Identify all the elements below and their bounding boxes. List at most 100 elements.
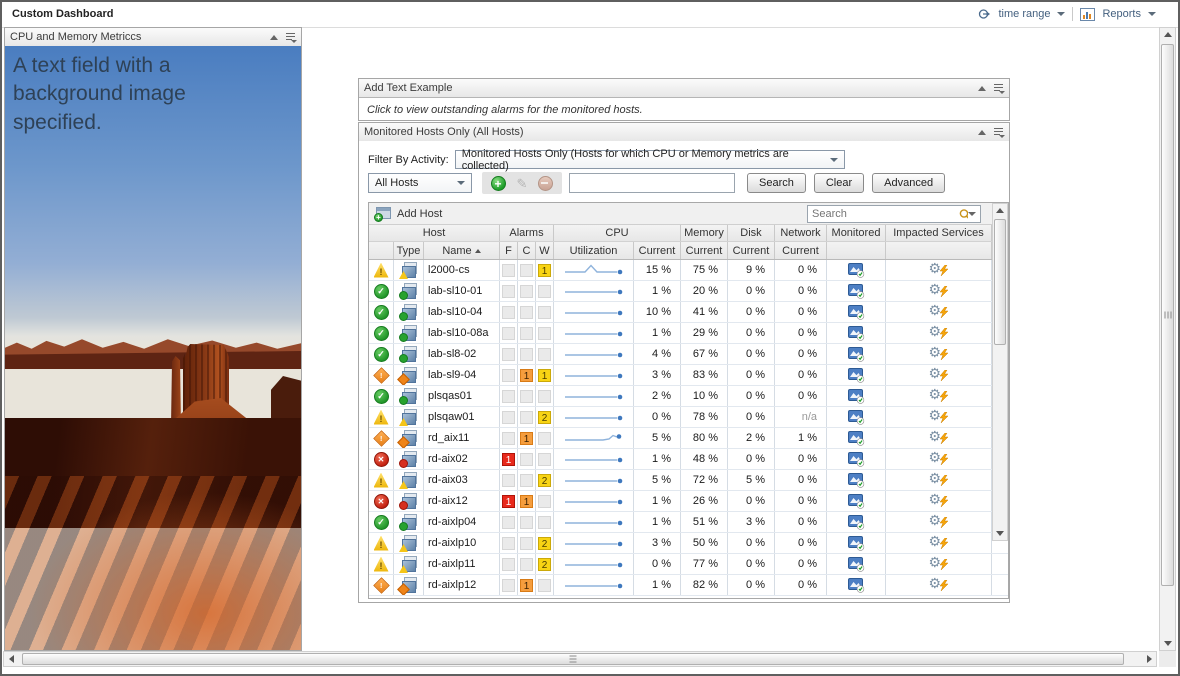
table-row[interactable]: ✓lab-sl10-0410 %41 %0 %0 %⚙ <box>369 302 1008 323</box>
column-group-memory[interactable]: Memory <box>681 225 728 241</box>
column-group-monitored[interactable]: Monitored <box>827 225 886 241</box>
alarms-link-text[interactable]: Click to view outstanding alarms for the… <box>359 98 1009 121</box>
scroll-up-arrow[interactable] <box>1160 28 1175 41</box>
impacted-services-icon[interactable]: ⚙ <box>929 493 949 509</box>
impacted-services-icon[interactable]: ⚙ <box>929 283 949 299</box>
host-name-cell[interactable]: l2000-cs <box>424 260 500 280</box>
host-name-cell[interactable]: plsqaw01 <box>424 407 500 427</box>
host-scope-select[interactable]: All Hosts <box>368 173 472 193</box>
column-header-blank[interactable] <box>827 242 886 259</box>
delete-scope-button[interactable] <box>538 176 553 191</box>
column-header-f[interactable]: F <box>500 242 518 259</box>
search-button[interactable]: Search <box>747 173 806 193</box>
table-row[interactable]: !rd-aixlp1211 %82 %0 %0 %⚙ <box>369 575 1008 596</box>
collapse-icon[interactable] <box>270 35 278 40</box>
collapse-icon[interactable] <box>978 86 986 91</box>
column-group-disk[interactable]: Disk <box>728 225 775 241</box>
host-name-cell[interactable]: rd-aix03 <box>424 470 500 490</box>
host-name-cell[interactable]: rd_aix11 <box>424 428 500 448</box>
impacted-services-icon[interactable]: ⚙ <box>929 556 949 572</box>
panel-menu-icon[interactable] <box>286 32 296 42</box>
chevron-down-icon[interactable] <box>1148 12 1156 16</box>
host-filter-input[interactable] <box>569 173 735 193</box>
add-host-button[interactable]: Add Host <box>397 208 442 220</box>
column-header-type[interactable]: Type <box>394 242 424 259</box>
impacted-services-icon[interactable]: ⚙ <box>929 430 949 446</box>
impacted-services-icon[interactable]: ⚙ <box>929 451 949 467</box>
table-row[interactable]: !lab-sl9-04113 %83 %0 %0 %⚙ <box>369 365 1008 386</box>
monitored-icon[interactable] <box>848 389 865 404</box>
monitored-icon[interactable] <box>848 473 865 488</box>
host-name-cell[interactable]: lab-sl9-04 <box>424 365 500 385</box>
scroll-right-arrow[interactable] <box>1142 652 1156 666</box>
table-row[interactable]: ✓plsqas012 %10 %0 %0 %⚙ <box>369 386 1008 407</box>
table-row[interactable]: !plsqaw0120 %78 %0 %n/a⚙ <box>369 407 1008 428</box>
monitored-icon[interactable] <box>848 494 865 509</box>
table-row[interactable]: !l2000-cs115 %75 %9 %0 %⚙ <box>369 260 1008 281</box>
clear-button[interactable]: Clear <box>814 173 864 193</box>
host-name-cell[interactable]: rd-aix12 <box>424 491 500 511</box>
panel-menu-icon[interactable] <box>994 83 1004 93</box>
impacted-services-icon[interactable]: ⚙ <box>929 346 949 362</box>
monitored-icon[interactable] <box>848 431 865 446</box>
search-icon[interactable] <box>958 208 968 221</box>
column-header-current[interactable]: Current <box>681 242 728 259</box>
search-options-caret[interactable] <box>968 212 976 216</box>
host-name-cell[interactable]: lab-sl8-02 <box>424 344 500 364</box>
impacted-services-icon[interactable]: ⚙ <box>929 472 949 488</box>
scroll-left-arrow[interactable] <box>4 652 18 666</box>
activity-filter-select[interactable]: Monitored Hosts Only (Hosts for which CP… <box>455 150 845 169</box>
vertical-scrollbar-thumb[interactable] <box>1161 44 1174 586</box>
table-search-input[interactable] <box>808 208 958 220</box>
column-header-current[interactable]: Current <box>775 242 827 259</box>
time-range-menu[interactable]: time range <box>998 8 1050 20</box>
host-name-cell[interactable]: rd-aixlp11 <box>424 554 500 574</box>
monitored-icon[interactable] <box>848 326 865 341</box>
impacted-services-icon[interactable]: ⚙ <box>929 409 949 425</box>
column-group-cpu[interactable]: CPU <box>554 225 681 241</box>
panel-menu-icon[interactable] <box>994 127 1004 137</box>
impacted-services-icon[interactable]: ⚙ <box>929 262 949 278</box>
column-header-current[interactable]: Current <box>728 242 775 259</box>
host-name-cell[interactable]: rd-aixlp10 <box>424 533 500 553</box>
impacted-services-icon[interactable]: ⚙ <box>929 514 949 530</box>
impacted-services-icon[interactable]: ⚙ <box>929 535 949 551</box>
column-group-network[interactable]: Network <box>775 225 827 241</box>
impacted-services-icon[interactable]: ⚙ <box>929 367 949 383</box>
impacted-services-icon[interactable]: ⚙ <box>929 388 949 404</box>
host-name-cell[interactable]: plsqas01 <box>424 386 500 406</box>
collapse-icon[interactable] <box>978 130 986 135</box>
table-row[interactable]: ✓lab-sl10-011 %20 %0 %0 %⚙ <box>369 281 1008 302</box>
column-header-blank[interactable] <box>369 242 394 259</box>
monitored-icon[interactable] <box>848 578 865 593</box>
monitored-icon[interactable] <box>848 368 865 383</box>
column-header-name[interactable]: Name <box>424 242 500 259</box>
monitored-icon[interactable] <box>848 515 865 530</box>
host-name-cell[interactable]: lab-sl10-08a <box>424 323 500 343</box>
column-header-w[interactable]: W <box>536 242 554 259</box>
page-horizontal-scrollbar[interactable] <box>3 651 1157 667</box>
column-header-current[interactable]: Current <box>634 242 681 259</box>
monitored-icon[interactable] <box>848 557 865 572</box>
host-name-cell[interactable]: rd-aixlp12 <box>424 575 500 595</box>
table-row[interactable]: !rd_aix1115 %80 %2 %1 %⚙ <box>369 428 1008 449</box>
table-row[interactable]: !rd-aixlp1023 %50 %0 %0 %⚙ <box>369 533 1008 554</box>
column-group-alarms[interactable]: Alarms <box>500 225 554 241</box>
edit-scope-button[interactable]: ✎ <box>517 177 528 190</box>
host-name-cell[interactable]: lab-sl10-04 <box>424 302 500 322</box>
monitored-icon[interactable] <box>848 284 865 299</box>
advanced-button[interactable]: Advanced <box>872 173 945 193</box>
add-scope-button[interactable]: + <box>491 176 506 191</box>
impacted-services-icon[interactable]: ⚙ <box>929 577 949 593</box>
scroll-down-arrow[interactable] <box>993 527 1007 540</box>
table-scrollbar[interactable] <box>992 203 1008 541</box>
host-name-cell[interactable]: rd-aixlp04 <box>424 512 500 532</box>
monitored-icon[interactable] <box>848 347 865 362</box>
table-row[interactable]: ✕rd-aix12111 %26 %0 %0 %⚙ <box>369 491 1008 512</box>
column-group-host[interactable]: Host <box>369 225 500 241</box>
horizontal-scrollbar-thumb[interactable] <box>22 653 1124 665</box>
monitored-icon[interactable] <box>848 536 865 551</box>
scroll-down-arrow[interactable] <box>1160 637 1175 650</box>
monitored-icon[interactable] <box>848 263 865 278</box>
page-vertical-scrollbar[interactable] <box>1159 27 1176 651</box>
